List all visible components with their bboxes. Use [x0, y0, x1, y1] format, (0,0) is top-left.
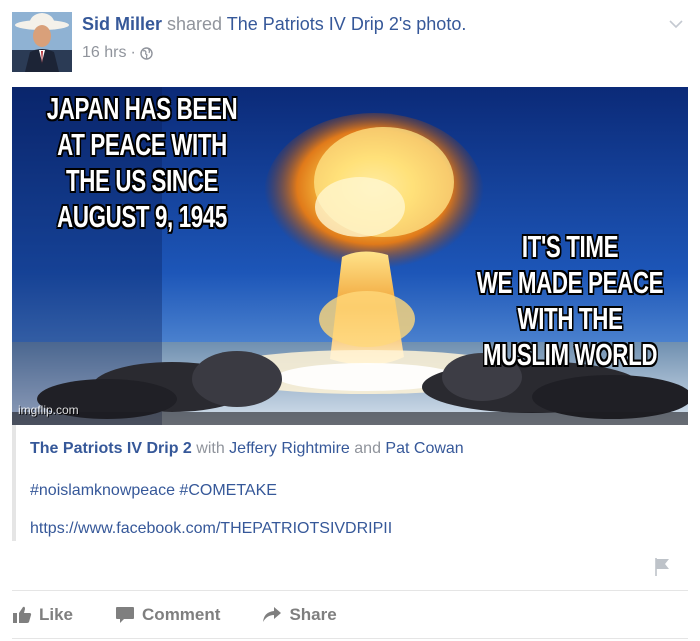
flag-icon[interactable] — [652, 556, 672, 578]
meme-text-left: JAPAN HAS BEEN AT PEACE WITH THE US SINC… — [27, 91, 257, 235]
meme-right-line: WITH THE — [517, 301, 623, 336]
meme-right-line: MUSLIM WORLD — [482, 337, 658, 372]
tagged-user-link[interactable]: Jeffery Rightmire — [229, 440, 350, 457]
comment-label: Comment — [142, 605, 221, 624]
post-meta: 16 hrs · — [82, 44, 153, 62]
share-label: Share — [289, 605, 337, 624]
meme-left-line: JAPAN HAS BEEN — [46, 91, 238, 126]
meme-right-line: WE MADE PEACE — [476, 265, 664, 300]
shared-page-link[interactable]: The Patriots IV Drip 2 — [30, 440, 192, 457]
with-text: with — [196, 440, 225, 457]
chevron-down-icon[interactable] — [666, 14, 686, 34]
meme-text-right: IT'S TIME WE MADE PEACE WITH THE MUSLIM … — [455, 229, 685, 373]
post-header: Sid Miller shared The Patriots IV Drip 2… — [82, 14, 466, 35]
shared-photo[interactable]: JAPAN HAS BEEN AT PEACE WITH THE US SINC… — [12, 87, 688, 425]
share-button[interactable]: Share — [262, 605, 337, 625]
feed-post: Sid Miller shared The Patriots IV Drip 2… — [0, 0, 700, 641]
meme-left-line: AUGUST 9, 1945 — [57, 199, 227, 234]
shared-quote-bar — [12, 425, 16, 541]
action-divider — [12, 590, 688, 591]
imgflip-watermark: imgflip.com — [18, 403, 79, 417]
globe-icon[interactable] — [140, 46, 153, 60]
author-avatar[interactable] — [12, 12, 72, 72]
like-button[interactable]: Like — [12, 605, 73, 625]
shared-suffix-link[interactable]: 's photo. — [399, 14, 466, 34]
tagged-user-link[interactable]: Pat Cowan — [385, 440, 463, 457]
page-url-link[interactable]: https://www.facebook.com/THEPATRIOTSIVDR… — [30, 520, 392, 538]
comment-icon — [116, 607, 135, 623]
meta-separator: · — [130, 44, 136, 61]
meme-left-line: THE US SINCE — [66, 163, 218, 198]
shared-from-link[interactable]: The Patriots IV Drip 2 — [227, 14, 399, 34]
meme-right-line: IT'S TIME — [521, 229, 619, 264]
post-actions: Like Comment Share — [12, 602, 337, 628]
shared-action-text: shared — [167, 14, 223, 34]
avatar-photo — [12, 12, 72, 72]
thumbs-up-icon — [13, 606, 32, 623]
post-timestamp[interactable]: 16 hrs — [82, 44, 126, 62]
author-name-link[interactable]: Sid Miller — [82, 14, 162, 34]
and-text: and — [354, 440, 381, 457]
comment-button[interactable]: Comment — [115, 605, 220, 625]
shared-page-line: The Patriots IV Drip 2 with Jeffery Righ… — [30, 440, 464, 458]
like-label: Like — [39, 605, 74, 624]
meme-left-line: AT PEACE WITH — [57, 127, 227, 162]
share-arrow-icon — [263, 607, 282, 622]
post-bottom-border — [12, 638, 688, 639]
hashtags-link[interactable]: #noislamknowpeace #COMETAKE — [30, 482, 277, 500]
